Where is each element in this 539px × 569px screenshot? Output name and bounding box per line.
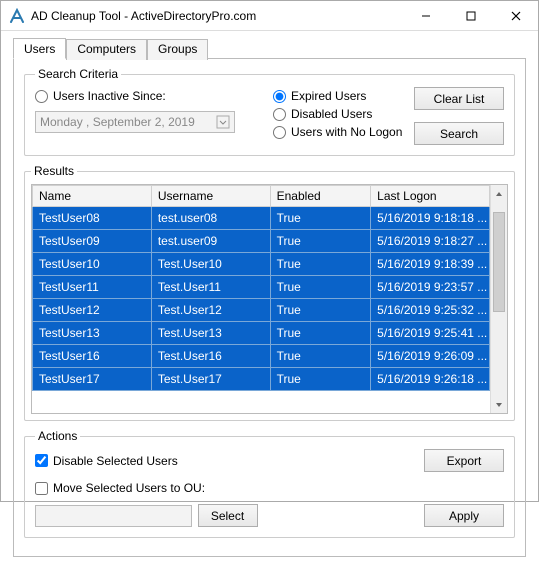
results-header-row: Name Username Enabled Last Logon — [33, 186, 490, 207]
cell-name[interactable]: TestUser08 — [33, 207, 152, 230]
checkbox-disable-users[interactable]: Disable Selected Users — [35, 451, 404, 471]
cell-lastlogon[interactable]: 5/16/2019 9:26:09 ... — [371, 345, 490, 368]
cell-username[interactable]: test.user09 — [151, 230, 270, 253]
cell-enabled[interactable]: True — [270, 299, 371, 322]
cell-enabled[interactable]: True — [270, 322, 371, 345]
table-row[interactable]: TestUser17Test.User17True5/16/2019 9:26:… — [33, 368, 490, 391]
tab-panel-users: Search Criteria Users Inactive Since: Mo… — [13, 59, 526, 557]
radio-disabled-users[interactable]: Disabled Users — [273, 105, 406, 123]
table-row[interactable]: TestUser11Test.User11True5/16/2019 9:23:… — [33, 276, 490, 299]
scroll-thumb[interactable] — [493, 212, 505, 312]
window-title: AD Cleanup Tool - ActiveDirectoryPro.com — [31, 9, 403, 23]
radio-no-logon-input[interactable] — [273, 126, 286, 139]
date-picker-value: Monday , September 2, 2019 — [40, 115, 195, 129]
results-group: Results Name Username Enabled Last Logon — [24, 164, 515, 421]
table-row[interactable]: TestUser13Test.User13True5/16/2019 9:25:… — [33, 322, 490, 345]
checkbox-move-ou-input[interactable] — [35, 482, 48, 495]
close-button[interactable] — [493, 1, 538, 30]
cell-name[interactable]: TestUser13 — [33, 322, 152, 345]
radio-disabled-users-input[interactable] — [273, 108, 286, 121]
col-lastlogon[interactable]: Last Logon — [371, 186, 490, 207]
results-table[interactable]: Name Username Enabled Last Logon TestUse… — [32, 185, 490, 391]
scroll-track[interactable] — [491, 202, 507, 396]
scroll-down-icon[interactable] — [491, 396, 507, 413]
table-row[interactable]: TestUser12Test.User12True5/16/2019 9:25:… — [33, 299, 490, 322]
tab-groups[interactable]: Groups — [147, 39, 208, 60]
date-picker-dropdown-icon[interactable] — [216, 115, 230, 129]
radio-expired-users-input[interactable] — [273, 90, 286, 103]
checkbox-move-ou[interactable]: Move Selected Users to OU: — [35, 478, 404, 498]
cell-name[interactable]: TestUser17 — [33, 368, 152, 391]
cell-enabled[interactable]: True — [270, 230, 371, 253]
minimize-button[interactable] — [403, 1, 448, 30]
search-button[interactable]: Search — [414, 122, 504, 145]
results-legend: Results — [31, 164, 77, 178]
radio-expired-label: Expired Users — [291, 89, 366, 103]
cell-lastlogon[interactable]: 5/16/2019 9:18:18 ... — [371, 207, 490, 230]
client-area: Users Computers Groups Search Criteria U… — [1, 31, 538, 569]
tab-computers[interactable]: Computers — [66, 39, 147, 60]
radio-no-logon[interactable]: Users with No Logon — [273, 123, 406, 141]
table-row[interactable]: TestUser09test.user09True5/16/2019 9:18:… — [33, 230, 490, 253]
search-criteria-group: Search Criteria Users Inactive Since: Mo… — [24, 67, 515, 156]
table-row[interactable]: TestUser08test.user08True5/16/2019 9:18:… — [33, 207, 490, 230]
cell-username[interactable]: Test.User10 — [151, 253, 270, 276]
radio-inactive-since-label: Users Inactive Since: — [53, 89, 166, 103]
cell-lastlogon[interactable]: 5/16/2019 9:18:27 ... — [371, 230, 490, 253]
cell-name[interactable]: TestUser09 — [33, 230, 152, 253]
radio-inactive-since-input[interactable] — [35, 90, 48, 103]
titlebar: AD Cleanup Tool - ActiveDirectoryPro.com — [1, 1, 538, 31]
results-table-wrap: Name Username Enabled Last Logon TestUse… — [31, 184, 508, 414]
col-enabled[interactable]: Enabled — [270, 186, 371, 207]
maximize-button[interactable] — [448, 1, 493, 30]
radio-nologon-label: Users with No Logon — [291, 125, 402, 139]
cell-lastlogon[interactable]: 5/16/2019 9:23:57 ... — [371, 276, 490, 299]
app-logo-icon — [9, 8, 25, 24]
actions-legend: Actions — [35, 429, 80, 443]
scroll-up-icon[interactable] — [491, 185, 507, 202]
checkbox-move-label: Move Selected Users to OU: — [53, 481, 205, 495]
cell-lastlogon[interactable]: 5/16/2019 9:25:32 ... — [371, 299, 490, 322]
apply-button[interactable]: Apply — [424, 504, 504, 527]
cell-enabled[interactable]: True — [270, 345, 371, 368]
cell-lastlogon[interactable]: 5/16/2019 9:25:41 ... — [371, 322, 490, 345]
cell-username[interactable]: Test.User17 — [151, 368, 270, 391]
tab-strip: Users Computers Groups — [13, 37, 526, 59]
radio-inactive-since[interactable]: Users Inactive Since: — [35, 87, 265, 105]
table-row[interactable]: TestUser16Test.User16True5/16/2019 9:26:… — [33, 345, 490, 368]
radio-expired-users[interactable]: Expired Users — [273, 87, 406, 105]
cell-name[interactable]: TestUser16 — [33, 345, 152, 368]
radio-disabled-label: Disabled Users — [291, 107, 372, 121]
tab-users[interactable]: Users — [13, 38, 66, 59]
select-ou-button[interactable]: Select — [198, 504, 258, 527]
cell-name[interactable]: TestUser11 — [33, 276, 152, 299]
search-criteria-legend: Search Criteria — [35, 67, 121, 81]
date-picker[interactable]: Monday , September 2, 2019 — [35, 111, 235, 133]
cell-username[interactable]: Test.User16 — [151, 345, 270, 368]
cell-username[interactable]: Test.User13 — [151, 322, 270, 345]
results-scrollbar[interactable] — [490, 185, 507, 413]
cell-lastlogon[interactable]: 5/16/2019 9:18:39 ... — [371, 253, 490, 276]
checkbox-disable-label: Disable Selected Users — [53, 454, 178, 468]
ou-path-input[interactable] — [35, 505, 192, 527]
checkbox-disable-users-input[interactable] — [35, 454, 48, 467]
cell-enabled[interactable]: True — [270, 253, 371, 276]
cell-enabled[interactable]: True — [270, 207, 371, 230]
cell-lastlogon[interactable]: 5/16/2019 9:26:18 ... — [371, 368, 490, 391]
cell-name[interactable]: TestUser10 — [33, 253, 152, 276]
cell-enabled[interactable]: True — [270, 368, 371, 391]
table-row[interactable]: TestUser10Test.User10True5/16/2019 9:18:… — [33, 253, 490, 276]
col-name[interactable]: Name — [33, 186, 152, 207]
clear-list-button[interactable]: Clear List — [414, 87, 504, 110]
cell-username[interactable]: Test.User12 — [151, 299, 270, 322]
cell-username[interactable]: test.user08 — [151, 207, 270, 230]
cell-username[interactable]: Test.User11 — [151, 276, 270, 299]
cell-name[interactable]: TestUser12 — [33, 299, 152, 322]
cell-enabled[interactable]: True — [270, 276, 371, 299]
export-button[interactable]: Export — [424, 449, 504, 472]
actions-group: Actions Disable Selected Users Export Mo… — [24, 429, 515, 538]
col-username[interactable]: Username — [151, 186, 270, 207]
